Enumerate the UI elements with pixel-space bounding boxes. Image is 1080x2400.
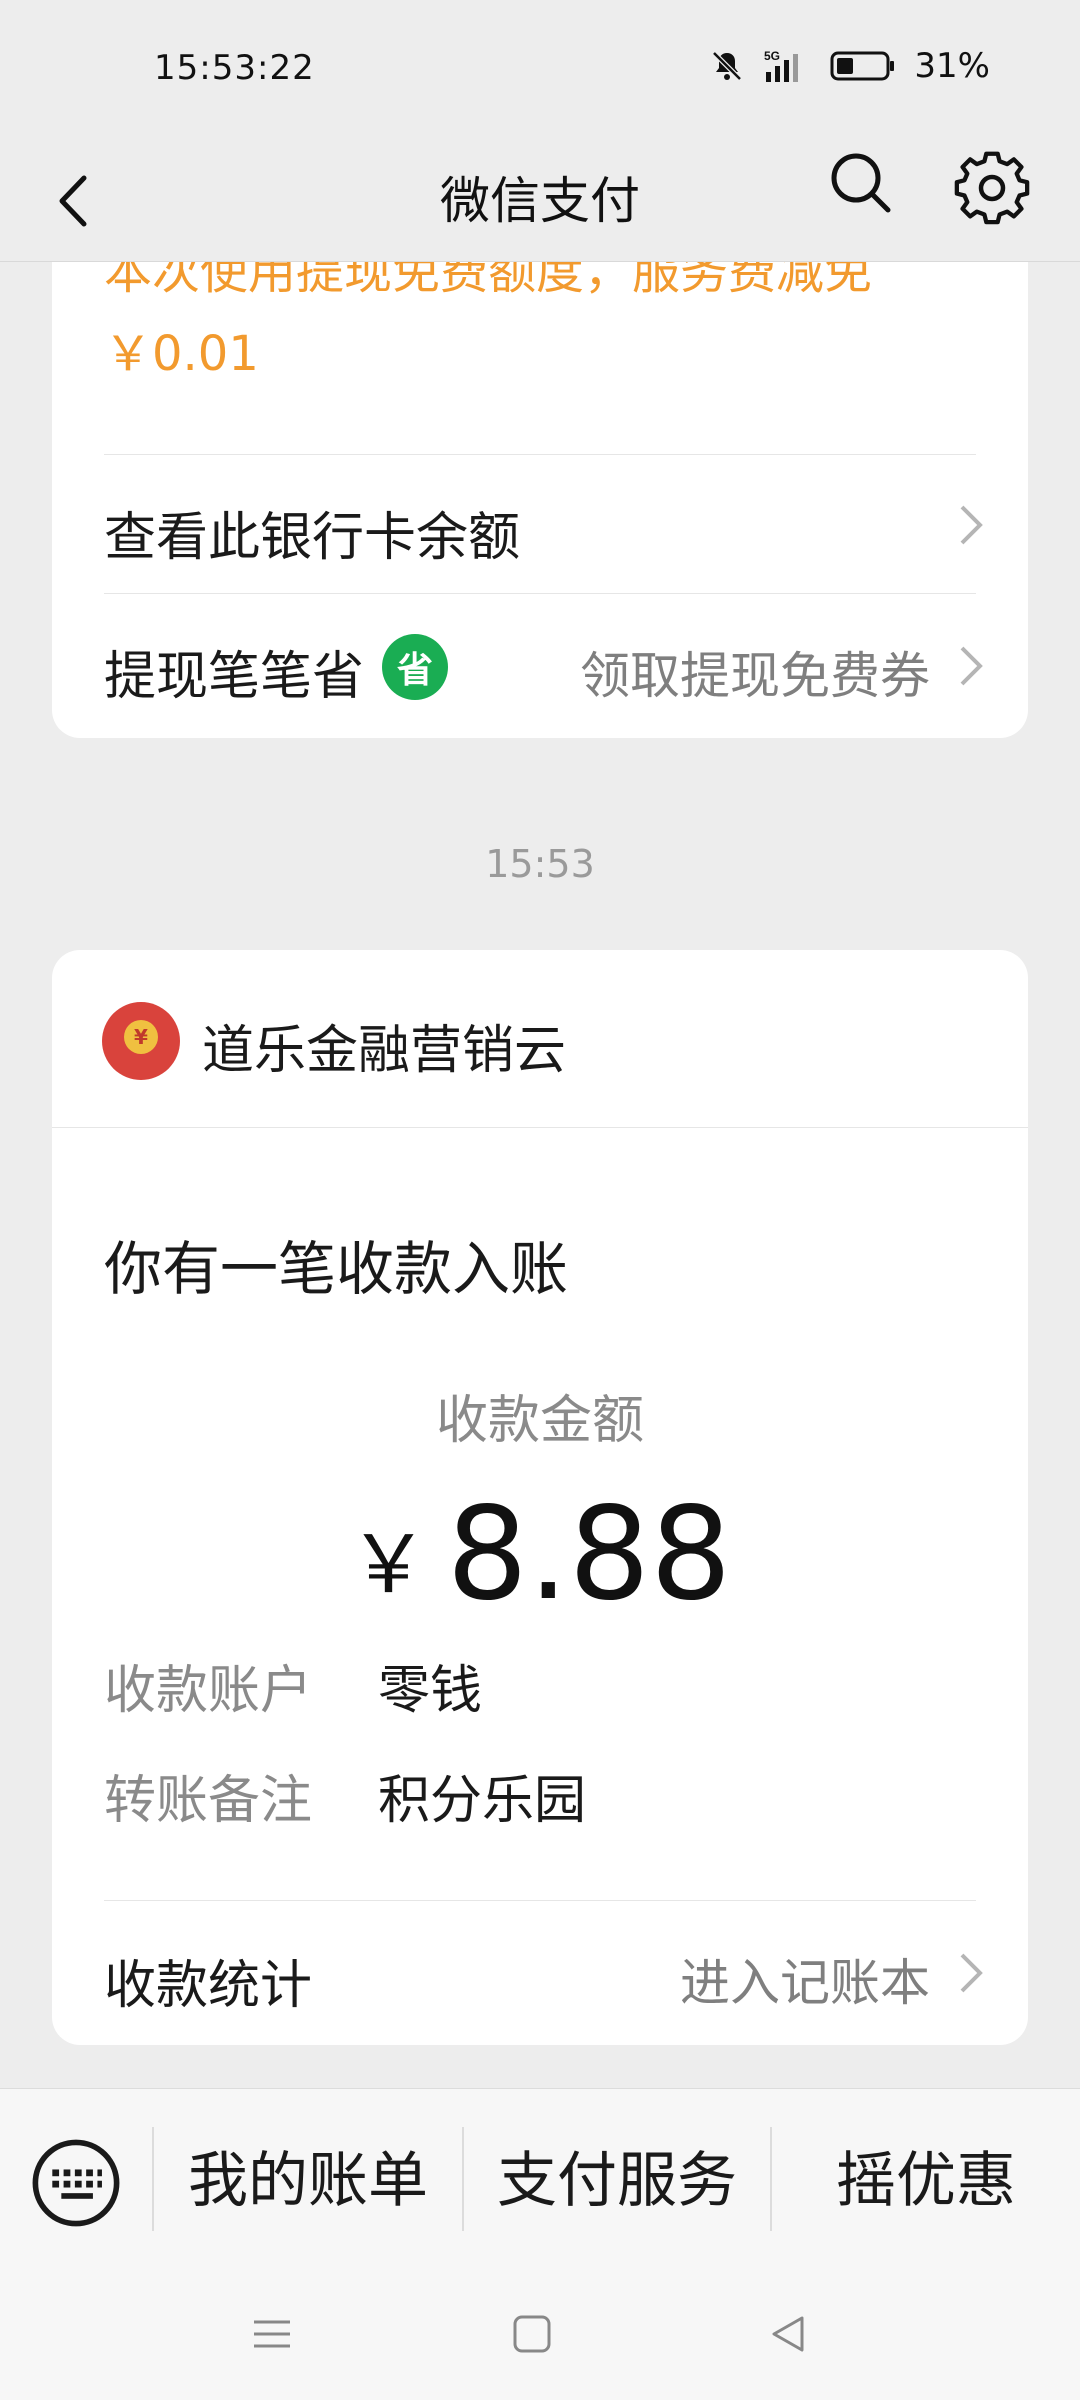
merchant-name: 道乐金融营销云 [202, 1021, 567, 1081]
chevron-right-icon [960, 1953, 983, 1993]
mute-icon [712, 51, 743, 81]
menu-icon[interactable] [252, 2314, 292, 2354]
open-ledger-link: 进入记账本 [680, 1954, 930, 2012]
account-label: 收款账户 [104, 1661, 313, 1721]
payment-notification-card[interactable]: ¥ 道乐金融营销云 你有一笔收款入账 收款金额 ￥ 8.88 收款账户 零钱 转账… [52, 950, 1028, 2045]
home-icon[interactable] [512, 2314, 552, 2354]
message-timestamp: 15:53 [485, 842, 595, 886]
check-balance-label: 查看此银行卡余额 [104, 508, 521, 568]
withdraw-card: 本次使用提现免费额度，服务费减免 ￥0.01 查看此银行卡余额 提现笔笔省 省 … [52, 220, 1028, 738]
payment-stats-row[interactable]: 收款统计 进入记账本 [52, 1901, 1028, 2045]
remark-label: 转账备注 [104, 1771, 313, 1831]
battery-icon [830, 51, 895, 81]
withdraw-save-label: 提现笔笔省 [104, 647, 365, 707]
merchant-header[interactable]: ¥ 道乐金融营销云 [52, 950, 1028, 1128]
notification-headline: 你有一笔收款入账 [104, 1235, 569, 1303]
merchant-logo-icon: ¥ [102, 1002, 180, 1080]
bottom-menu-bar: 我的账单 支付服务 摇优惠 [0, 2088, 1080, 2272]
system-nav-bar [0, 2272, 1080, 2400]
get-free-coupon-link: 领取提现免费券 [580, 647, 930, 705]
status-icons: 5G 31% [710, 46, 990, 86]
page-title: 微信支付 [440, 172, 640, 230]
back-nav-icon[interactable] [768, 2314, 808, 2354]
nav-bar: 微信支付 [0, 140, 1080, 262]
withdraw-save-row[interactable]: 提现笔笔省 省 领取提现免费券 [52, 594, 1028, 738]
status-bar: 15:53:22 5G 31% [0, 0, 1080, 140]
yuan-coin-icon: ¥ [124, 1020, 158, 1054]
battery-percentage: 31% [914, 46, 990, 86]
payment-stats-label: 收款统计 [104, 1956, 313, 2016]
amount-label: 收款金额 [435, 1391, 644, 1451]
menu-my-bills[interactable]: 我的账单 [154, 2089, 462, 2273]
check-balance-row[interactable]: 查看此银行卡余额 [52, 455, 1028, 593]
account-value: 零钱 [378, 1661, 483, 1721]
menu-shake-deals[interactable]: 摇优惠 [772, 2089, 1080, 2273]
currency-symbol: ￥ [348, 1518, 429, 1611]
status-time: 15:53:22 [154, 48, 315, 88]
chevron-right-icon [960, 646, 983, 686]
save-badge-icon: 省 [382, 634, 448, 700]
chevron-right-icon [960, 505, 983, 545]
amount-value: 8.88 [446, 1480, 732, 1629]
signal-icon: 5G [764, 49, 799, 82]
search-icon[interactable] [826, 148, 896, 218]
gear-icon[interactable] [952, 148, 1032, 228]
amount: ￥ 8.88 [52, 1480, 1028, 1629]
fee-waiver-amount: ￥0.01 [104, 326, 259, 382]
network-type-label: 5G [764, 49, 780, 63]
remark-value: 积分乐园 [378, 1771, 587, 1831]
keyboard-icon[interactable] [32, 2139, 120, 2227]
menu-payment-services[interactable]: 支付服务 [464, 2089, 770, 2273]
